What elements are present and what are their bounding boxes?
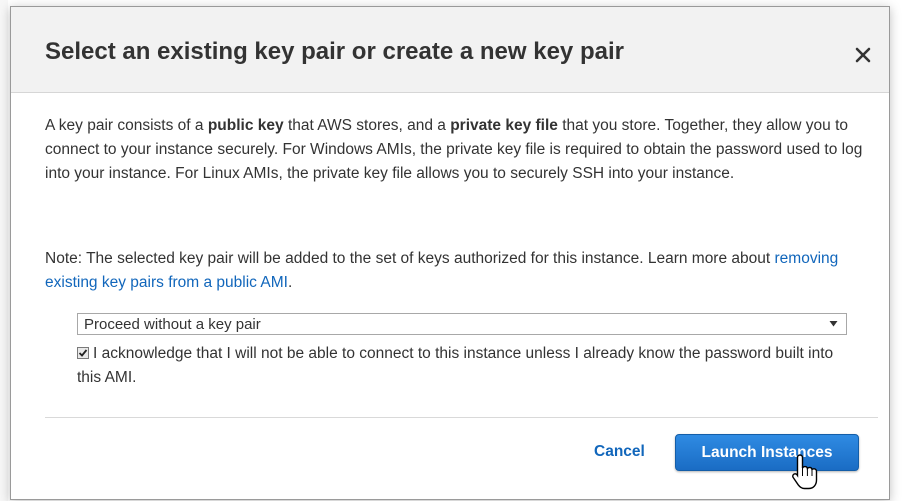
background-page-edge xyxy=(0,0,8,501)
dialog-title: Select an existing key pair or create a … xyxy=(45,38,624,65)
note-text: Note: The selected key pair will be adde… xyxy=(45,250,775,267)
footer-divider xyxy=(45,417,878,418)
acknowledge-checkbox[interactable] xyxy=(77,347,89,359)
private-key-file-term: private key file xyxy=(450,117,558,134)
key-pair-dialog: Select an existing key pair or create a … xyxy=(10,6,890,500)
note-paragraph: Note: The selected key pair will be adde… xyxy=(45,247,865,295)
description-text-1: A key pair consists of a xyxy=(45,117,208,134)
dialog-header: Select an existing key pair or create a … xyxy=(11,7,889,93)
checkmark-icon xyxy=(78,349,88,357)
close-icon[interactable] xyxy=(853,45,875,67)
public-key-term: public key xyxy=(207,117,284,134)
description-text-2: that AWS stores, and a xyxy=(283,117,451,134)
key-pair-select-value: Proceed without a key pair xyxy=(84,316,261,333)
key-pair-description: A key pair consists of a public key that… xyxy=(45,114,865,186)
acknowledge-label: I acknowledge that I will not be able to… xyxy=(77,345,834,386)
cancel-button[interactable]: Cancel xyxy=(594,443,645,461)
note-suffix: . xyxy=(287,274,293,291)
chevron-down-icon xyxy=(829,321,838,327)
close-button[interactable] xyxy=(853,45,875,67)
key-pair-select[interactable]: Proceed without a key pair xyxy=(77,313,847,335)
launch-instances-button[interactable]: Launch Instances xyxy=(675,434,859,471)
acknowledge-row: I acknowledge that I will not be able to… xyxy=(77,342,847,390)
